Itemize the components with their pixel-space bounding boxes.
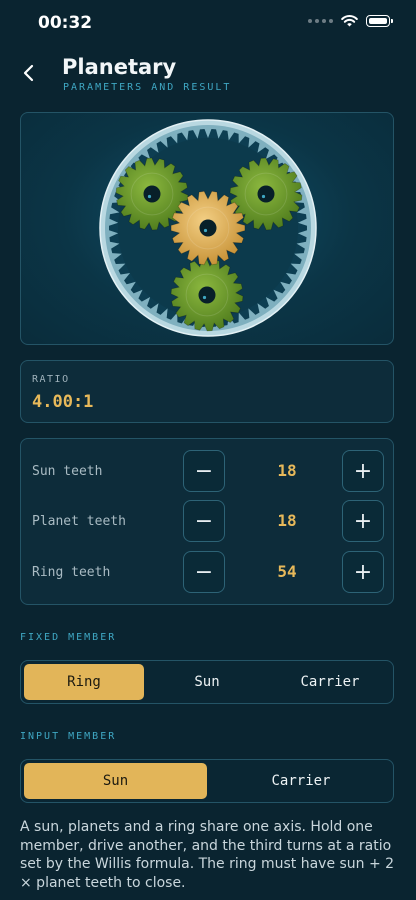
gear-visualization — [20, 112, 394, 345]
sun-teeth-row: Sun teeth − 18 + — [21, 450, 395, 494]
status-bar: 00:32 — [0, 0, 416, 48]
page-subtitle: PARAMETERS AND RESULT — [63, 82, 232, 93]
ring-teeth-value: 54 — [277, 562, 297, 581]
planet-teeth-increment-button[interactable]: + — [342, 500, 384, 542]
fixed-option-sun[interactable]: Sun — [147, 664, 267, 700]
teeth-card: Sun teeth − 18 + Planet teeth − 18 + Rin… — [20, 438, 394, 605]
planet-gear-left-hub — [143, 185, 161, 203]
fixed-option-ring[interactable]: Ring — [24, 664, 144, 700]
sun-teeth-label: Sun teeth — [32, 464, 103, 479]
planet-teeth-row: Planet teeth − 18 + — [21, 500, 395, 544]
planet-gear-right-hub — [257, 185, 275, 203]
cellular-icon — [308, 19, 333, 23]
ratio-card: RATIO 4.00:1 — [20, 360, 394, 423]
ring-teeth-label: Ring teeth — [32, 565, 111, 580]
ratio-value: 4.00:1 — [32, 392, 94, 412]
ring-teeth-increment-button[interactable]: + — [342, 551, 384, 593]
ring-teeth-row: Ring teeth − 54 + — [21, 551, 395, 595]
wifi-icon — [341, 15, 358, 27]
sun-teeth-decrement-button[interactable]: − — [183, 450, 225, 492]
page-title: Planetary — [62, 55, 177, 79]
fixed-option-carrier[interactable]: Carrier — [270, 664, 390, 700]
planetary-gear-drawing — [99, 119, 317, 337]
planet-teeth-label: Planet teeth — [32, 514, 126, 529]
battery-icon — [366, 15, 393, 27]
back-chevron-icon[interactable] — [16, 60, 42, 86]
ratio-label: RATIO — [32, 374, 70, 385]
input-member-label: INPUT MEMBER — [20, 731, 117, 742]
input-option-carrier[interactable]: Carrier — [210, 763, 392, 799]
planet-gear-left-hub-dot — [147, 194, 152, 199]
input-option-sun[interactable]: Sun — [24, 763, 207, 799]
ring-teeth-decrement-button[interactable]: − — [183, 551, 225, 593]
planet-teeth-value: 18 — [277, 511, 297, 530]
sun-teeth-value: 18 — [277, 461, 297, 480]
planet-teeth-decrement-button[interactable]: − — [183, 500, 225, 542]
fixed-member-segmented-control: Ring Sun Carrier — [20, 660, 394, 704]
sun-teeth-increment-button[interactable]: + — [342, 450, 384, 492]
description-text: A sun, planets and a ring share one axis… — [20, 819, 395, 891]
sun-gear-hub — [199, 219, 217, 237]
planet-gear-bottom-hub-dot — [202, 295, 207, 300]
planet-gear-bottom-hub — [198, 286, 216, 304]
sun-gear-hub-dot — [203, 228, 208, 233]
status-time: 00:32 — [38, 13, 93, 33]
fixed-member-label: FIXED MEMBER — [20, 632, 117, 643]
input-member-segmented-control: Sun Carrier — [20, 759, 394, 803]
planet-gear-right-hub-dot — [261, 194, 266, 199]
status-icons — [308, 15, 393, 27]
